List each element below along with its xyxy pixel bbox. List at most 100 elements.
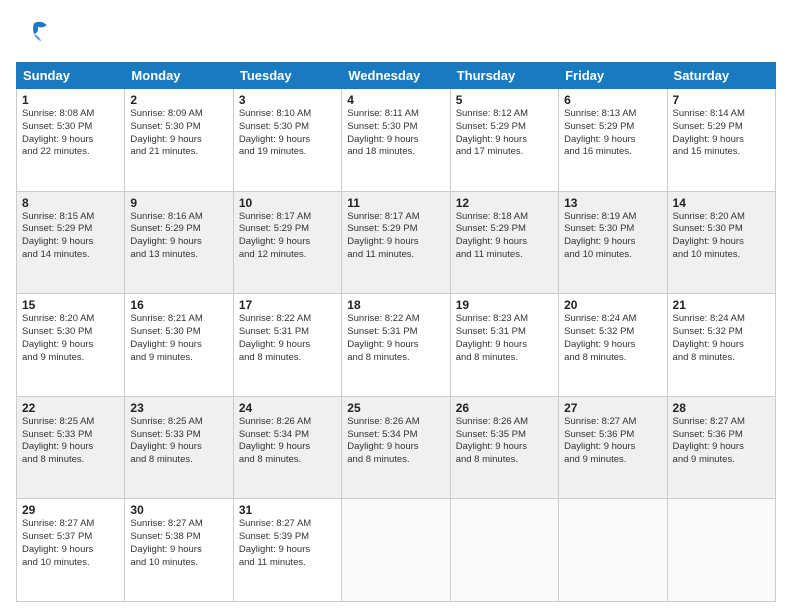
day-number: 24 (239, 401, 336, 415)
page-header (16, 16, 776, 52)
day-info: Sunrise: 8:18 AMSunset: 5:29 PMDaylight:… (456, 211, 553, 262)
day-info: Sunrise: 8:22 AMSunset: 5:31 PMDaylight:… (239, 313, 336, 364)
day-info: Sunrise: 8:25 AMSunset: 5:33 PMDaylight:… (130, 416, 227, 467)
calendar-cell: 16Sunrise: 8:21 AMSunset: 5:30 PMDayligh… (125, 294, 233, 397)
day-info: Sunrise: 8:19 AMSunset: 5:30 PMDaylight:… (564, 211, 661, 262)
day-info: Sunrise: 8:15 AMSunset: 5:29 PMDaylight:… (22, 211, 119, 262)
calendar-cell: 17Sunrise: 8:22 AMSunset: 5:31 PMDayligh… (233, 294, 341, 397)
calendar-table: SundayMondayTuesdayWednesdayThursdayFrid… (16, 62, 776, 602)
day-number: 31 (239, 503, 336, 517)
day-info: Sunrise: 8:24 AMSunset: 5:32 PMDaylight:… (673, 313, 770, 364)
day-number: 21 (673, 298, 770, 312)
day-info: Sunrise: 8:26 AMSunset: 5:34 PMDaylight:… (239, 416, 336, 467)
day-number: 10 (239, 196, 336, 210)
day-info: Sunrise: 8:09 AMSunset: 5:30 PMDaylight:… (130, 108, 227, 159)
day-number: 17 (239, 298, 336, 312)
calendar-cell: 3Sunrise: 8:10 AMSunset: 5:30 PMDaylight… (233, 89, 341, 192)
calendar-cell: 23Sunrise: 8:25 AMSunset: 5:33 PMDayligh… (125, 396, 233, 499)
calendar-cell (667, 499, 775, 602)
day-info: Sunrise: 8:17 AMSunset: 5:29 PMDaylight:… (239, 211, 336, 262)
calendar-header-thursday: Thursday (450, 63, 558, 89)
day-number: 26 (456, 401, 553, 415)
calendar-cell: 18Sunrise: 8:22 AMSunset: 5:31 PMDayligh… (342, 294, 450, 397)
day-info: Sunrise: 8:17 AMSunset: 5:29 PMDaylight:… (347, 211, 444, 262)
calendar-header-saturday: Saturday (667, 63, 775, 89)
calendar-header-tuesday: Tuesday (233, 63, 341, 89)
day-number: 22 (22, 401, 119, 415)
calendar-cell (450, 499, 558, 602)
day-info: Sunrise: 8:27 AMSunset: 5:38 PMDaylight:… (130, 518, 227, 569)
day-info: Sunrise: 8:22 AMSunset: 5:31 PMDaylight:… (347, 313, 444, 364)
day-number: 1 (22, 93, 119, 107)
calendar-cell: 25Sunrise: 8:26 AMSunset: 5:34 PMDayligh… (342, 396, 450, 499)
day-info: Sunrise: 8:25 AMSunset: 5:33 PMDaylight:… (22, 416, 119, 467)
day-info: Sunrise: 8:20 AMSunset: 5:30 PMDaylight:… (22, 313, 119, 364)
calendar-row: 1Sunrise: 8:08 AMSunset: 5:30 PMDaylight… (17, 89, 776, 192)
calendar-cell: 24Sunrise: 8:26 AMSunset: 5:34 PMDayligh… (233, 396, 341, 499)
day-number: 16 (130, 298, 227, 312)
calendar-cell: 13Sunrise: 8:19 AMSunset: 5:30 PMDayligh… (559, 191, 667, 294)
logo-icon (16, 16, 52, 52)
calendar-cell: 20Sunrise: 8:24 AMSunset: 5:32 PMDayligh… (559, 294, 667, 397)
day-number: 11 (347, 196, 444, 210)
day-info: Sunrise: 8:26 AMSunset: 5:35 PMDaylight:… (456, 416, 553, 467)
day-info: Sunrise: 8:16 AMSunset: 5:29 PMDaylight:… (130, 211, 227, 262)
day-number: 25 (347, 401, 444, 415)
day-info: Sunrise: 8:11 AMSunset: 5:30 PMDaylight:… (347, 108, 444, 159)
calendar-cell: 26Sunrise: 8:26 AMSunset: 5:35 PMDayligh… (450, 396, 558, 499)
calendar-cell: 8Sunrise: 8:15 AMSunset: 5:29 PMDaylight… (17, 191, 125, 294)
calendar-cell: 5Sunrise: 8:12 AMSunset: 5:29 PMDaylight… (450, 89, 558, 192)
day-info: Sunrise: 8:14 AMSunset: 5:29 PMDaylight:… (673, 108, 770, 159)
calendar-row: 22Sunrise: 8:25 AMSunset: 5:33 PMDayligh… (17, 396, 776, 499)
logo (16, 16, 56, 52)
day-info: Sunrise: 8:08 AMSunset: 5:30 PMDaylight:… (22, 108, 119, 159)
day-number: 27 (564, 401, 661, 415)
day-number: 6 (564, 93, 661, 107)
calendar-cell: 12Sunrise: 8:18 AMSunset: 5:29 PMDayligh… (450, 191, 558, 294)
day-number: 13 (564, 196, 661, 210)
day-info: Sunrise: 8:23 AMSunset: 5:31 PMDaylight:… (456, 313, 553, 364)
day-number: 3 (239, 93, 336, 107)
calendar-cell: 7Sunrise: 8:14 AMSunset: 5:29 PMDaylight… (667, 89, 775, 192)
calendar-cell: 4Sunrise: 8:11 AMSunset: 5:30 PMDaylight… (342, 89, 450, 192)
day-number: 30 (130, 503, 227, 517)
day-info: Sunrise: 8:24 AMSunset: 5:32 PMDaylight:… (564, 313, 661, 364)
day-info: Sunrise: 8:27 AMSunset: 5:39 PMDaylight:… (239, 518, 336, 569)
day-number: 20 (564, 298, 661, 312)
calendar-cell: 30Sunrise: 8:27 AMSunset: 5:38 PMDayligh… (125, 499, 233, 602)
calendar-header-sunday: Sunday (17, 63, 125, 89)
calendar-cell: 9Sunrise: 8:16 AMSunset: 5:29 PMDaylight… (125, 191, 233, 294)
calendar-cell: 19Sunrise: 8:23 AMSunset: 5:31 PMDayligh… (450, 294, 558, 397)
day-number: 19 (456, 298, 553, 312)
day-number: 18 (347, 298, 444, 312)
day-number: 15 (22, 298, 119, 312)
day-number: 23 (130, 401, 227, 415)
calendar-header-friday: Friday (559, 63, 667, 89)
day-number: 7 (673, 93, 770, 107)
calendar-cell: 29Sunrise: 8:27 AMSunset: 5:37 PMDayligh… (17, 499, 125, 602)
calendar-cell (559, 499, 667, 602)
day-info: Sunrise: 8:27 AMSunset: 5:36 PMDaylight:… (673, 416, 770, 467)
calendar-cell: 15Sunrise: 8:20 AMSunset: 5:30 PMDayligh… (17, 294, 125, 397)
calendar-header-monday: Monday (125, 63, 233, 89)
day-number: 14 (673, 196, 770, 210)
calendar-cell: 11Sunrise: 8:17 AMSunset: 5:29 PMDayligh… (342, 191, 450, 294)
calendar-cell: 1Sunrise: 8:08 AMSunset: 5:30 PMDaylight… (17, 89, 125, 192)
day-info: Sunrise: 8:26 AMSunset: 5:34 PMDaylight:… (347, 416, 444, 467)
day-number: 29 (22, 503, 119, 517)
day-info: Sunrise: 8:12 AMSunset: 5:29 PMDaylight:… (456, 108, 553, 159)
day-number: 28 (673, 401, 770, 415)
day-info: Sunrise: 8:27 AMSunset: 5:36 PMDaylight:… (564, 416, 661, 467)
calendar-cell: 22Sunrise: 8:25 AMSunset: 5:33 PMDayligh… (17, 396, 125, 499)
day-info: Sunrise: 8:10 AMSunset: 5:30 PMDaylight:… (239, 108, 336, 159)
calendar-header-wednesday: Wednesday (342, 63, 450, 89)
calendar-cell (342, 499, 450, 602)
day-info: Sunrise: 8:21 AMSunset: 5:30 PMDaylight:… (130, 313, 227, 364)
calendar-cell: 31Sunrise: 8:27 AMSunset: 5:39 PMDayligh… (233, 499, 341, 602)
day-info: Sunrise: 8:27 AMSunset: 5:37 PMDaylight:… (22, 518, 119, 569)
page-container: SundayMondayTuesdayWednesdayThursdayFrid… (0, 0, 792, 612)
day-number: 2 (130, 93, 227, 107)
calendar-row: 15Sunrise: 8:20 AMSunset: 5:30 PMDayligh… (17, 294, 776, 397)
day-number: 9 (130, 196, 227, 210)
calendar-cell: 14Sunrise: 8:20 AMSunset: 5:30 PMDayligh… (667, 191, 775, 294)
